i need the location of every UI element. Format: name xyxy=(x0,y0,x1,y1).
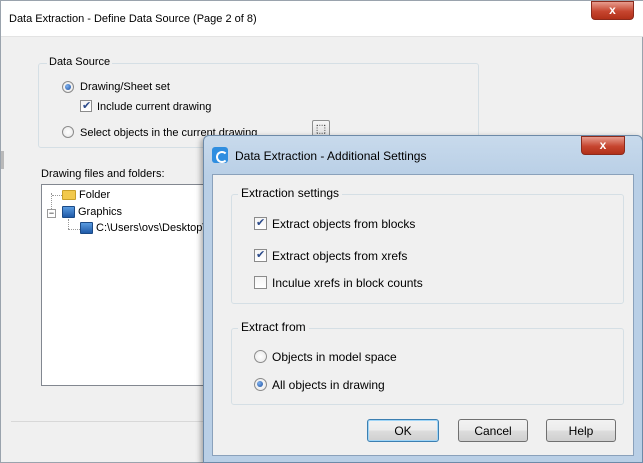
tree-item-graphics-label: Graphics xyxy=(78,206,123,218)
all-objects-radio[interactable] xyxy=(254,378,267,391)
include-current-drawing-checkbox[interactable] xyxy=(80,99,92,112)
drawing-sheet-set-label[interactable]: Drawing/Sheet set xyxy=(80,81,170,93)
tree-item-folder[interactable]: Folder xyxy=(62,189,110,201)
extract-xrefs-checkbox[interactable] xyxy=(254,248,267,262)
dialog-close-button[interactable]: x xyxy=(581,136,625,155)
tree-item-path[interactable]: C:\Users\ovs\Desktop\ xyxy=(80,222,205,234)
extract-xrefs-label[interactable]: Extract objects from xrefs xyxy=(272,249,407,263)
dialog-client-area: Extraction settings Extract objects from… xyxy=(212,174,634,456)
extract-blocks-label[interactable]: Extract objects from blocks xyxy=(272,217,415,231)
folder-icon xyxy=(62,190,76,200)
extract-from-label: Extract from xyxy=(238,320,309,334)
model-space-label[interactable]: Objects in model space xyxy=(272,350,397,364)
select-objects-radio[interactable] xyxy=(62,126,74,138)
tree-item-folder-label: Folder xyxy=(79,189,111,201)
back-window-title: Data Extraction - Define Data Source (Pa… xyxy=(9,13,257,25)
tree-connector xyxy=(52,195,62,196)
back-title-bar: Data Extraction - Define Data Source (Pa… xyxy=(1,1,643,37)
drawing-files-label: Drawing files and folders: xyxy=(41,168,165,180)
cancel-button[interactable]: Cancel xyxy=(458,419,528,442)
tree-item-graphics[interactable]: Graphics xyxy=(62,206,122,218)
drawing-sheet-set-radio[interactable] xyxy=(62,81,74,93)
help-button[interactable]: Help xyxy=(546,419,616,442)
window-edge-mark xyxy=(1,151,4,169)
divider xyxy=(11,421,211,422)
tree-item-path-label: C:\Users\ovs\Desktop\ xyxy=(96,222,206,234)
tree-connector xyxy=(68,229,80,230)
include-current-drawing-label[interactable]: Include current drawing xyxy=(97,101,211,113)
data-source-label: Data Source xyxy=(47,56,113,68)
additional-settings-dialog: Data Extraction - Additional Settings x … xyxy=(203,135,643,463)
include-xrefs-counts-label[interactable]: Inculue xrefs in block counts xyxy=(272,276,423,290)
sheet-set-icon xyxy=(62,206,75,218)
dialog-title: Data Extraction - Additional Settings xyxy=(235,149,427,163)
drawing-file-icon xyxy=(80,222,93,234)
include-xrefs-counts-checkbox[interactable] xyxy=(254,276,267,289)
app-icon xyxy=(212,147,228,163)
all-objects-label[interactable]: All objects in drawing xyxy=(272,378,385,392)
model-space-radio[interactable] xyxy=(254,350,267,363)
extraction-settings-label: Extraction settings xyxy=(238,186,343,200)
extract-blocks-checkbox[interactable] xyxy=(254,216,267,230)
ok-button[interactable]: OK xyxy=(367,419,439,442)
collapse-toggle-icon[interactable]: − xyxy=(47,209,56,218)
tree-connector xyxy=(68,219,69,229)
back-close-button[interactable]: x xyxy=(591,1,634,20)
select-cursor-icon: ⬚ xyxy=(315,123,327,135)
extract-from-group xyxy=(231,328,624,405)
